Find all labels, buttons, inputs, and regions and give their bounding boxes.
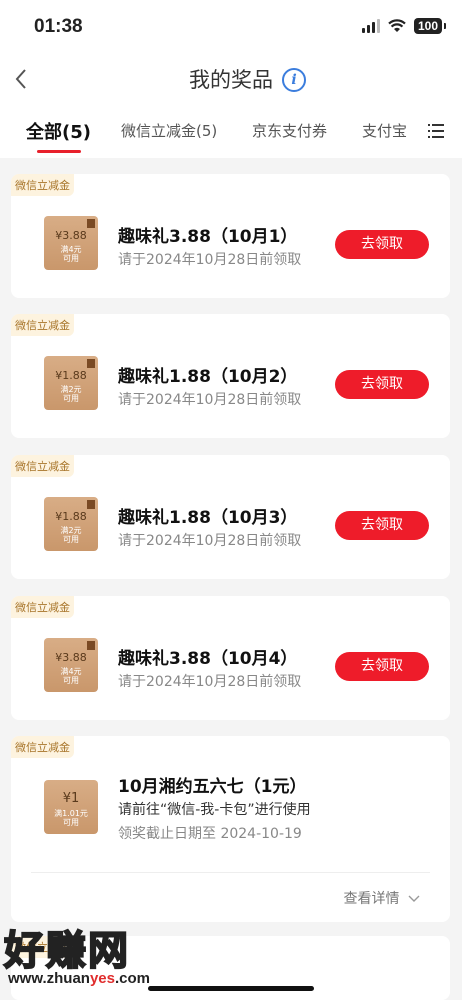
info-icon[interactable]: i bbox=[282, 68, 306, 92]
coupon-amount: ¥3.88 bbox=[55, 651, 87, 664]
wifi-icon bbox=[388, 19, 406, 32]
page-title: 我的奖品 bbox=[189, 68, 273, 92]
tab-all[interactable]: 全部(5) bbox=[26, 118, 91, 144]
bookmark-icon bbox=[87, 219, 95, 228]
signal-icon bbox=[361, 19, 380, 33]
tab-jd-pay[interactable]: 京东支付券 bbox=[252, 120, 327, 141]
prize-card: 微信立减金 ¥1 满1.01元 可用 10月湘约五六七（1元） 请前往“微信-我… bbox=[11, 736, 450, 922]
prize-card: 微信立减金 ¥1.88 满2元 可用 趣味礼1.88（10月2） 请于2024年… bbox=[11, 314, 450, 438]
view-details-label: 查看详情 bbox=[343, 891, 400, 907]
card-tag: 微信立减金 bbox=[11, 455, 74, 477]
watermark-text: 好赚网 bbox=[3, 927, 130, 975]
coupon-icon: ¥3.88 满4元 可用 bbox=[44, 638, 98, 692]
card-tag: 微信立减金 bbox=[11, 314, 74, 336]
prize-deadline: 请于2024年10月28日前领取 bbox=[118, 392, 302, 408]
prize-title: 趣味礼1.88（10月2） bbox=[118, 367, 298, 387]
divider bbox=[31, 872, 430, 873]
prize-usage-hint: 请前往“微信-我-卡包”进行使用 bbox=[118, 802, 311, 818]
coupon-amount: ¥1.88 bbox=[55, 510, 87, 523]
active-tab-indicator bbox=[37, 150, 81, 153]
tab-wechat-discount[interactable]: 微信立减金(5) bbox=[121, 120, 217, 141]
watermark-url: www.zhuanyes.com bbox=[8, 970, 150, 987]
status-icons: 100 bbox=[361, 18, 447, 34]
prize-title: 10月湘约五六七（1元） bbox=[118, 777, 307, 797]
bookmark-icon bbox=[87, 500, 95, 509]
coupon-condition: 满4元 可用 bbox=[60, 245, 82, 263]
menu-list-icon[interactable] bbox=[428, 124, 444, 138]
prize-card: 微信立减金 ¥3.88 满4元 可用 趣味礼3.88（10月1） 请于2024年… bbox=[11, 174, 450, 298]
prize-deadline: 请于2024年10月28日前领取 bbox=[118, 674, 302, 690]
claim-button[interactable]: 去领取 bbox=[335, 370, 429, 399]
prize-title: 趣味礼3.88（10月4） bbox=[118, 649, 298, 669]
bookmark-icon bbox=[87, 641, 95, 650]
card-tag: 微信立减金 bbox=[11, 736, 74, 758]
coupon-icon: ¥1 满1.01元 可用 bbox=[44, 780, 98, 834]
status-time: 01:38 bbox=[34, 16, 83, 37]
prize-card: 微信立减金 ¥3.88 满4元 可用 趣味礼3.88（10月4） 请于2024年… bbox=[11, 596, 450, 720]
site-watermark: 好赚网 www.zhuanyes.com bbox=[3, 918, 150, 987]
chevron-down-icon bbox=[408, 895, 420, 902]
coupon-condition: 满2元 可用 bbox=[60, 526, 82, 544]
card-tag: 微信立减金 bbox=[11, 596, 74, 618]
prize-title: 趣味礼3.88（10月1） bbox=[118, 227, 298, 247]
coupon-amount: ¥3.88 bbox=[55, 229, 87, 242]
claim-button[interactable]: 去领取 bbox=[335, 230, 429, 259]
battery-icon: 100 bbox=[413, 18, 447, 34]
card-tag: 微信立减金 bbox=[11, 174, 74, 196]
coupon-amount: ¥1.88 bbox=[55, 369, 87, 382]
bookmark-icon bbox=[87, 359, 95, 368]
coupon-icon: ¥3.88 满4元 可用 bbox=[44, 216, 98, 270]
coupon-condition: 满4元 可用 bbox=[60, 667, 82, 685]
tab-bar: 全部(5) 微信立减金(5) 京东支付券 支付宝 bbox=[0, 106, 462, 158]
coupon-condition: 满2元 可用 bbox=[60, 385, 82, 403]
prize-title: 趣味礼1.88（10月3） bbox=[118, 508, 298, 528]
tab-alipay[interactable]: 支付宝 bbox=[362, 120, 407, 141]
nav-bar: 我的奖品 i bbox=[0, 56, 462, 106]
prize-deadline: 领奖截止日期至 2024-10-19 bbox=[118, 826, 302, 842]
claim-button[interactable]: 去领取 bbox=[335, 652, 429, 681]
prize-card: 微信立减金 ¥1.88 满2元 可用 趣味礼1.88（10月3） 请于2024年… bbox=[11, 455, 450, 579]
view-details-link[interactable]: 查看详情 bbox=[344, 888, 420, 908]
prize-deadline: 请于2024年10月28日前领取 bbox=[118, 533, 302, 549]
claim-button[interactable]: 去领取 bbox=[335, 511, 429, 540]
coupon-amount: ¥1 bbox=[62, 791, 80, 806]
coupon-icon: ¥1.88 满2元 可用 bbox=[44, 497, 98, 551]
prize-deadline: 请于2024年10月28日前领取 bbox=[118, 252, 302, 268]
home-indicator bbox=[148, 986, 314, 991]
coupon-condition: 满1.01元 可用 bbox=[54, 809, 88, 827]
status-bar: 01:38 100 bbox=[0, 0, 462, 56]
coupon-icon: ¥1.88 满2元 可用 bbox=[44, 356, 98, 410]
